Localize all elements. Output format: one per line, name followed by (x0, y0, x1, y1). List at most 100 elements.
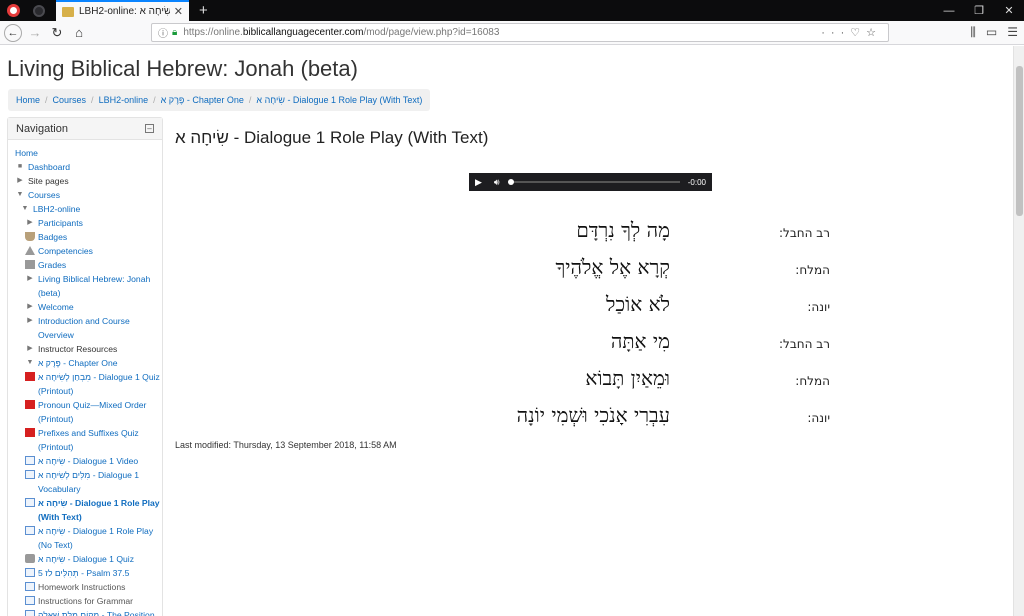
nav-item-label: Welcome (38, 302, 74, 312)
nav-item-label: Home (15, 148, 38, 158)
nav-item[interactable]: ■ Dashboard (15, 160, 162, 174)
nav-item-label: שִׂיחָה א - Dialogue 1 Quiz (38, 554, 135, 564)
extension-icon[interactable] (26, 0, 52, 21)
nav-item-label: Courses (28, 190, 60, 200)
page-icon (25, 582, 35, 591)
nav-item[interactable]: ▶ Introduction and Course Overview (15, 314, 162, 342)
menu-icon[interactable]: ☰ (1007, 25, 1018, 40)
reload-icon[interactable]: ↻ (46, 25, 68, 41)
bullet-icon[interactable]: ■ (15, 160, 25, 174)
play-icon[interactable]: ▶ (475, 177, 482, 188)
chevron-right-icon[interactable]: ▶ (25, 342, 35, 356)
chevron-down-icon[interactable]: ▼ (20, 202, 30, 216)
dialogue-line: המלח: וּמֵאַיִן תָּבוֹא (470, 366, 830, 403)
nav-item[interactable]: Grades (15, 258, 162, 272)
nav-item[interactable]: Home (15, 146, 162, 160)
dialogue-line: יונה: עִבְרִי אָנֹכִי וּשְׁמִי יוֹנָה (470, 403, 830, 440)
navigation-block: Navigation – Home ■ Dashboard ▶ Site pages ▼ C… (7, 117, 163, 616)
nav-item[interactable]: מְקוֹם מִלַּת שְׁאֵלָה - The Position of… (15, 608, 162, 616)
chevron-right-icon[interactable]: ▶ (25, 300, 35, 314)
audio-progress-slider[interactable] (507, 179, 680, 185)
lock-icon: 🔒︎ (172, 27, 178, 38)
dialogue-speaker: רב החבל: (778, 226, 830, 240)
chevron-right-icon[interactable]: ▶ (15, 174, 25, 188)
nav-item-label: שִׂיחָה א - Dialogue 1 Role Play (No Tex… (38, 526, 154, 550)
nav-item[interactable]: ▶ Site pages (15, 174, 162, 188)
audio-player[interactable]: ▶ 🔊︎ -0:00 (469, 173, 712, 191)
chevron-right-icon[interactable]: ▶ (25, 216, 35, 230)
dialogue-speaker: יונה: (807, 300, 830, 314)
volume-icon[interactable]: 🔊︎ (494, 177, 500, 188)
page-title: שִׂיחָה א - Dialogue 1 Role Play (With T… (175, 128, 489, 147)
nav-item[interactable]: מִבְחַן לְשִׂיחָה א - Dialogue 1 Quiz (P… (15, 370, 162, 398)
breadcrumb: Home / Courses / LBH2-online / פֶּרֶק א - C… (8, 89, 431, 111)
back-icon[interactable]: ← (4, 23, 22, 42)
nav-item[interactable]: תְּהִלִּים לז 5 - Psalm 37.5 (15, 566, 162, 580)
tab-close-icon[interactable]: ✕ (174, 5, 183, 18)
page-icon (25, 456, 35, 465)
nav-item[interactable]: Prefixes and Suffixes Quiz (Printout) (15, 426, 162, 454)
nav-item[interactable]: שִׂיחָה א - Dialogue 1 Video (15, 454, 162, 468)
library-icon[interactable]: ⫼ (970, 25, 976, 40)
nav-item[interactable]: ▶ Participants (15, 216, 162, 230)
browser-tab[interactable]: LBH2-online: שִׂיחָה א - Dialogue ✕ (56, 0, 189, 21)
breadcrumb-current[interactable]: שִׂיחָה א - Dialogue 1 Role Play (With T… (256, 95, 422, 105)
page-icon (25, 610, 35, 616)
nav-item[interactable]: מִלִּים לְשִׂיחָה א - Dialogue 1 Vocabul… (15, 468, 162, 496)
restore-icon[interactable]: ❐ (964, 0, 994, 21)
chevron-down-icon[interactable]: ▼ (15, 188, 25, 202)
new-tab-icon[interactable]: + (189, 0, 218, 21)
nav-item-label: Pronoun Quiz—Mixed Order (Printout) (38, 400, 147, 424)
chevron-right-icon[interactable]: ▶ (25, 314, 35, 328)
dialogue-speaker: המלח: (795, 263, 830, 277)
breadcrumb-chapter[interactable]: פֶּרֶק א - Chapter One (161, 95, 244, 105)
dialogue-line: רב החבל: מָה לְךָ נִרְדָּם (470, 218, 830, 255)
bookmark-star-icon[interactable]: ☆ (866, 26, 882, 39)
nav-item[interactable]: ▼ LBH2-online (15, 202, 162, 216)
pdf-icon (25, 372, 35, 381)
breadcrumb-home[interactable]: Home (16, 95, 40, 105)
chevron-down-icon[interactable]: ▼ (25, 356, 35, 370)
nav-item[interactable]: שִׂיחָה א - Dialogue 1 Role Play (No Tex… (15, 524, 162, 552)
home-icon[interactable]: ⌂ (68, 25, 90, 40)
site-info-icon[interactable]: ⓘ (158, 25, 168, 40)
nav-item[interactable]: Instructions for Grammar (15, 594, 162, 608)
page-icon (25, 526, 35, 535)
minimize-icon[interactable]: — (934, 0, 964, 21)
nav-item[interactable]: ▶ Welcome (15, 300, 162, 314)
pocket-icon[interactable]: ♡ (850, 26, 866, 39)
dialogue-speaker: רב החבל: (778, 337, 830, 351)
collapse-block-icon[interactable]: – (145, 124, 154, 133)
nav-item[interactable]: ▶ Living Biblical Hebrew: Jonah (beta) (15, 272, 162, 300)
nav-item[interactable]: ▼ Courses (15, 188, 162, 202)
tab-bar: LBH2-online: שִׂיחָה א - Dialogue ✕ + — … (0, 0, 1024, 21)
nav-item[interactable]: שִׂיחָה א - Dialogue 1 Role Play (With T… (15, 496, 162, 524)
sidebar-icon[interactable]: ▭ (986, 25, 997, 40)
dialogue-text: לֹא אוֹכַל (606, 292, 670, 316)
nav-item[interactable]: Competencies (15, 244, 162, 258)
navigation-tree: Home ■ Dashboard ▶ Site pages ▼ Courses ▼ LBH2-o… (8, 140, 162, 616)
page-actions-icon[interactable]: ··· (821, 27, 850, 39)
nav-item-label: פֶּרֶק א - Chapter One (38, 358, 118, 368)
breadcrumb-courses[interactable]: Courses (53, 95, 87, 105)
page-scrollbar[interactable] (1013, 46, 1024, 616)
nav-item-label: Participants (38, 218, 83, 228)
firefox-menu-icon[interactable] (0, 0, 26, 21)
last-modified: Last modified: Thursday, 13 September 20… (175, 440, 397, 450)
trophy-icon (25, 232, 35, 241)
page-icon (25, 568, 35, 577)
nav-item[interactable]: שִׂיחָה א - Dialogue 1 Quiz (15, 552, 162, 566)
chevron-right-icon[interactable]: ▶ (25, 272, 35, 286)
nav-item[interactable]: ▼ פֶּרֶק א - Chapter One (15, 356, 162, 370)
forward-icon[interactable]: → (24, 25, 46, 40)
url-text: https://online.biblicallanguagecenter.co… (183, 27, 500, 38)
address-bar[interactable]: ⓘ 🔒︎ https://online.biblicallanguagecent… (151, 23, 889, 42)
nav-item[interactable]: Pronoun Quiz—Mixed Order (Printout) (15, 398, 162, 426)
nav-item-label: Instructions for Grammar (38, 596, 134, 606)
nav-item[interactable]: ▶ Instructor Resources (15, 342, 162, 356)
nav-item[interactable]: Homework Instructions (15, 580, 162, 594)
nav-item[interactable]: Badges (15, 230, 162, 244)
navigation-heading: Navigation (16, 122, 68, 135)
breadcrumb-course[interactable]: LBH2-online (99, 95, 149, 105)
close-window-icon[interactable]: ✕ (994, 0, 1024, 21)
